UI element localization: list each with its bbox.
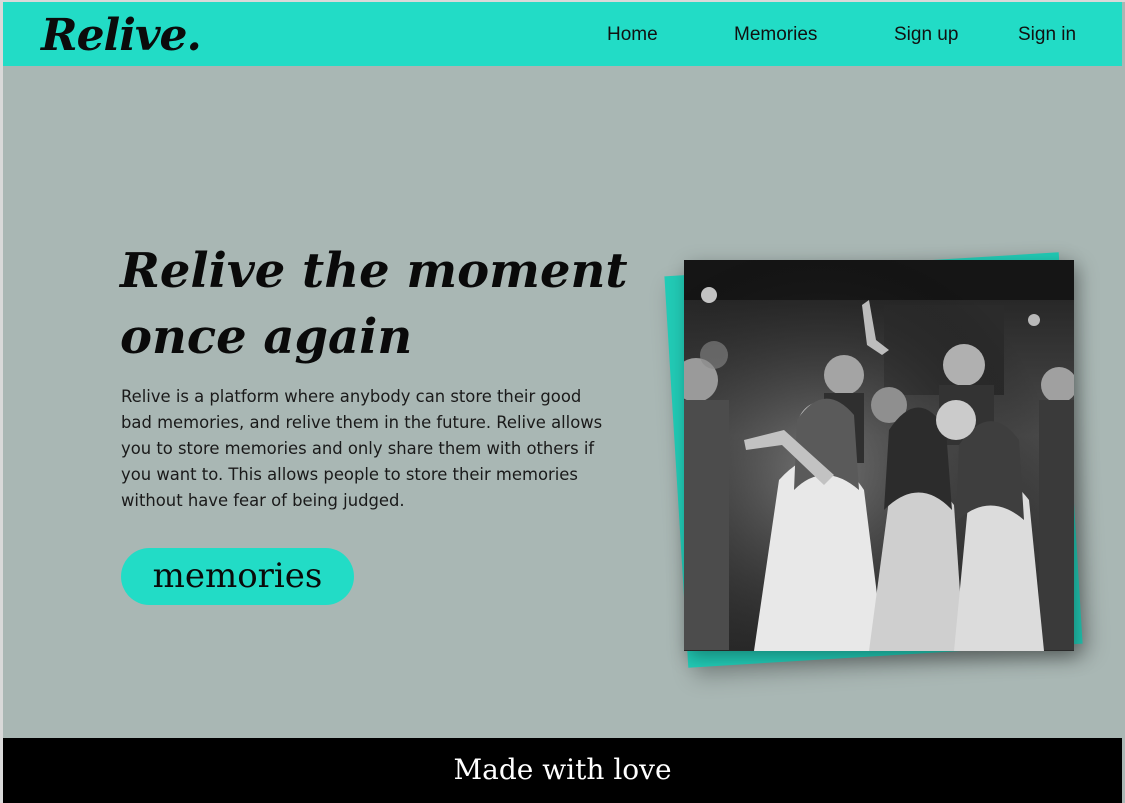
navbar: Relive. Home Memories Sign up Sign in bbox=[3, 2, 1122, 66]
nav-signup-link[interactable]: Sign up bbox=[894, 2, 958, 66]
hero-title-line-2: once again bbox=[120, 309, 413, 365]
nav-home-link[interactable]: Home bbox=[607, 2, 658, 66]
hero-description: Relive is a platform where anybody can s… bbox=[121, 387, 603, 510]
hero-title: Relive the moment once again bbox=[120, 238, 640, 370]
nav-signin-link[interactable]: Sign in bbox=[1018, 2, 1076, 66]
group-celebration-photo bbox=[684, 260, 1074, 651]
photo-illustration bbox=[684, 260, 1074, 651]
hero-image-group bbox=[664, 246, 1089, 676]
logo[interactable]: Relive. bbox=[41, 4, 202, 68]
hero-title-line-1: Relive the moment bbox=[120, 243, 628, 299]
memories-button[interactable]: memories bbox=[121, 548, 354, 605]
footer-text: Made with love bbox=[453, 753, 672, 786]
nav-memories-link[interactable]: Memories bbox=[734, 2, 817, 66]
footer: Made with love bbox=[3, 738, 1122, 803]
